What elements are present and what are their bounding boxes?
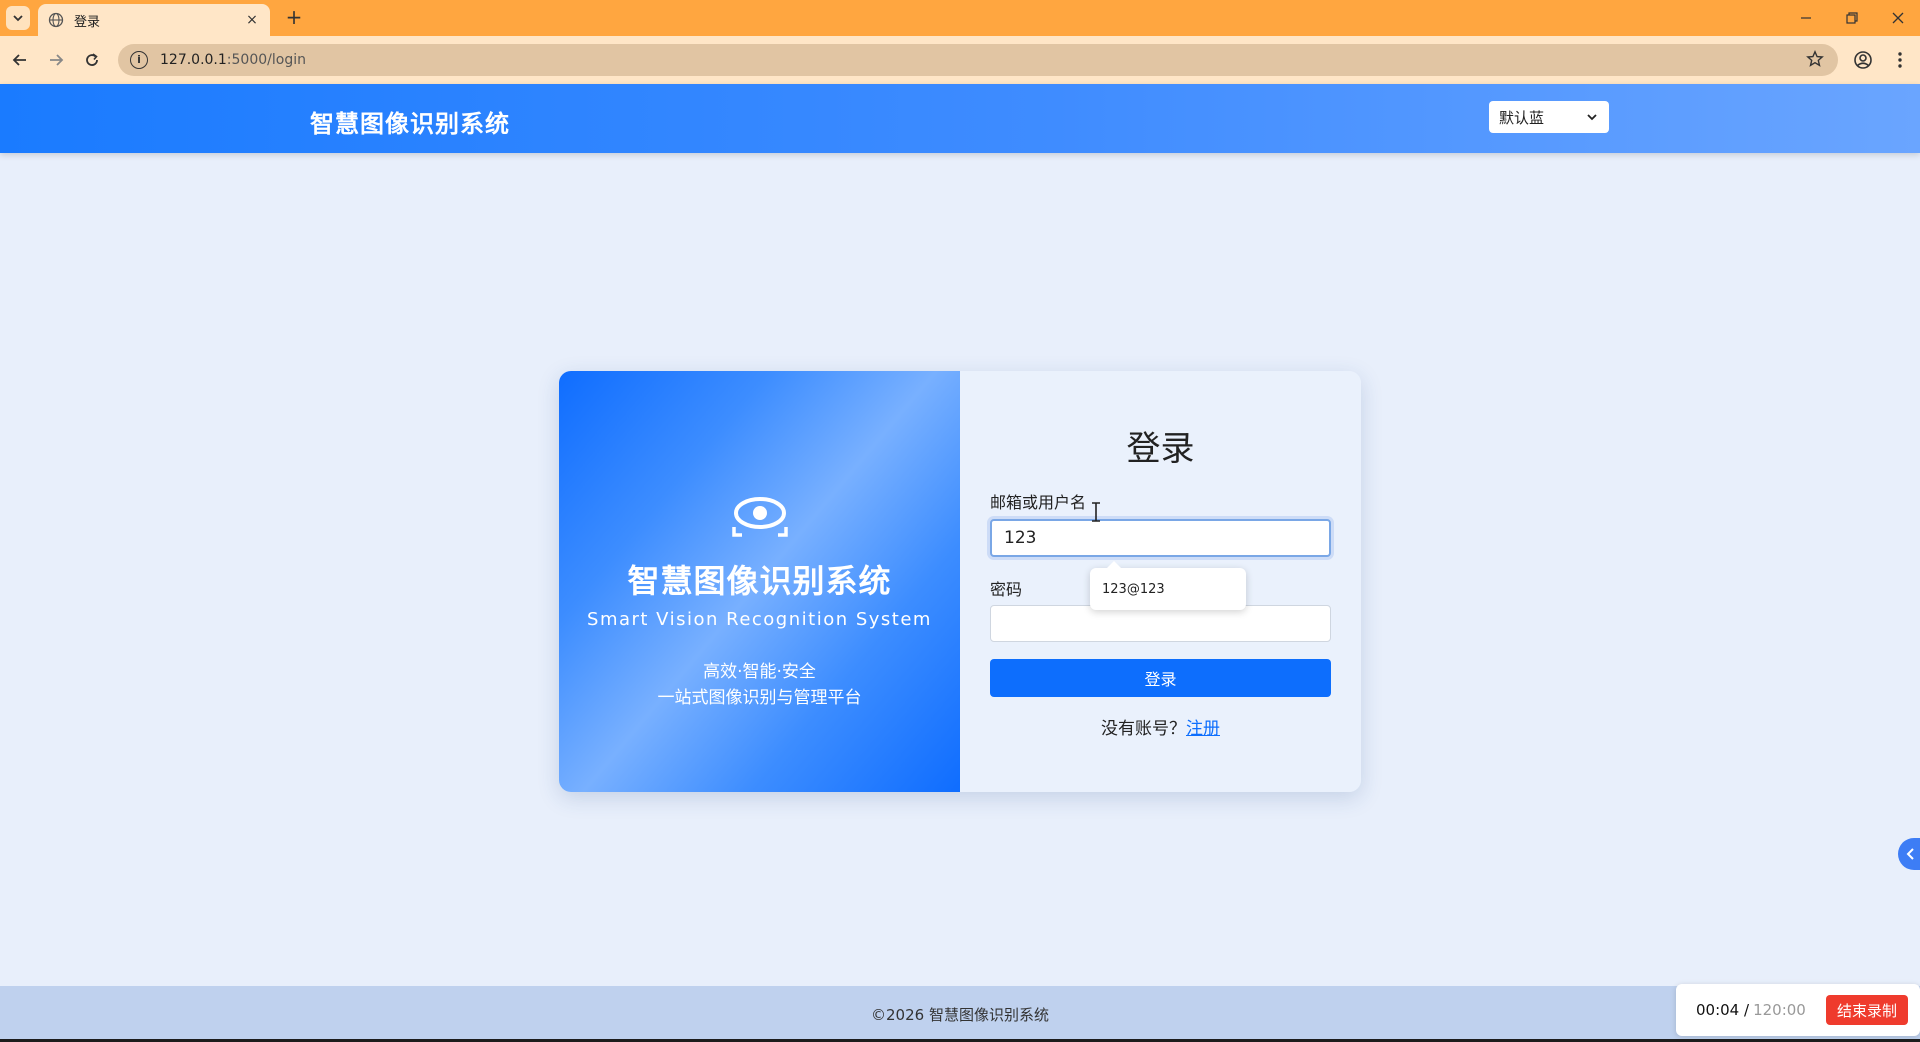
tab-title: 登录 bbox=[74, 14, 101, 30]
hero-tagline-1: 高效·智能·安全 bbox=[703, 662, 816, 682]
theme-selected-value: 默认蓝 bbox=[1499, 108, 1545, 127]
recording-total: 120:00 bbox=[1753, 1001, 1806, 1019]
theme-select[interactable]: 默认蓝 bbox=[1489, 101, 1609, 133]
chevron-down-icon bbox=[1587, 114, 1597, 121]
register-row: 没有账号？注册 bbox=[960, 714, 1361, 739]
recording-elapsed: 00:04 / bbox=[1696, 1001, 1750, 1019]
register-prompt: 没有账号？ bbox=[1101, 719, 1186, 739]
text-cursor-icon bbox=[1092, 502, 1100, 522]
username-input[interactable]: 123 bbox=[990, 519, 1331, 557]
browser-tab-login[interactable]: 登录 × bbox=[38, 4, 270, 36]
password-label: 密码 bbox=[990, 580, 1023, 599]
autocomplete-suggestion[interactable]: 123@123 bbox=[1090, 561, 1246, 610]
tab-close-icon[interactable]: × bbox=[244, 12, 260, 28]
browser-menu-icon[interactable] bbox=[1886, 46, 1914, 74]
chevron-left-icon bbox=[1906, 848, 1914, 860]
forward-icon[interactable] bbox=[42, 46, 70, 74]
hero-subtitle: Smart Vision Recognition System bbox=[587, 609, 932, 630]
page-footer: ©2026 智慧图像识别系统 bbox=[0, 986, 1920, 1042]
copyright-text: ©2026 智慧图像识别系统 bbox=[871, 1006, 1049, 1024]
chevron-down-icon bbox=[13, 15, 23, 22]
site-info-icon[interactable]: i bbox=[130, 51, 148, 69]
recording-widget: 00:04 / 120:00 结束录制 bbox=[1676, 984, 1920, 1036]
app-header: 智慧图像识别系统 默认蓝 bbox=[0, 84, 1920, 153]
restore-icon[interactable] bbox=[1829, 0, 1875, 36]
browser-tab-bar: 登录 × + bbox=[0, 0, 1920, 36]
back-icon[interactable] bbox=[6, 46, 34, 74]
profile-icon[interactable] bbox=[1849, 46, 1877, 74]
eye-icon bbox=[732, 497, 788, 537]
url-text: 127.0.0.1:5000/login bbox=[160, 52, 306, 68]
close-window-icon[interactable] bbox=[1875, 0, 1920, 36]
new-tab-button[interactable]: + bbox=[282, 6, 306, 30]
bookmark-star-icon[interactable] bbox=[1806, 50, 1824, 73]
brand-title[interactable]: 智慧图像识别系统 bbox=[310, 104, 510, 139]
url-host: 127.0.0.1 bbox=[160, 52, 227, 68]
stop-recording-button[interactable]: 结束录制 bbox=[1826, 995, 1908, 1025]
address-bar[interactable]: i 127.0.0.1:5000/login bbox=[118, 44, 1838, 76]
hero-tagline-2: 一站式图像识别与管理平台 bbox=[657, 688, 862, 708]
side-panel-toggle[interactable] bbox=[1898, 838, 1920, 870]
url-path: :5000/login bbox=[226, 52, 306, 68]
username-label: 邮箱或用户名 bbox=[990, 493, 1087, 512]
reload-icon[interactable] bbox=[78, 46, 106, 74]
register-link[interactable]: 注册 bbox=[1186, 719, 1220, 739]
tab-search-button[interactable] bbox=[6, 6, 30, 30]
globe-icon bbox=[48, 12, 64, 28]
login-button[interactable]: 登录 bbox=[990, 659, 1331, 697]
form-title: 登录 bbox=[1126, 429, 1195, 469]
hero-panel: 智慧图像识别系统 Smart Vision Recognition System… bbox=[559, 371, 960, 792]
minimize-icon[interactable] bbox=[1783, 0, 1829, 36]
password-input[interactable] bbox=[990, 605, 1331, 642]
hero-title: 智慧图像识别系统 bbox=[627, 562, 892, 600]
